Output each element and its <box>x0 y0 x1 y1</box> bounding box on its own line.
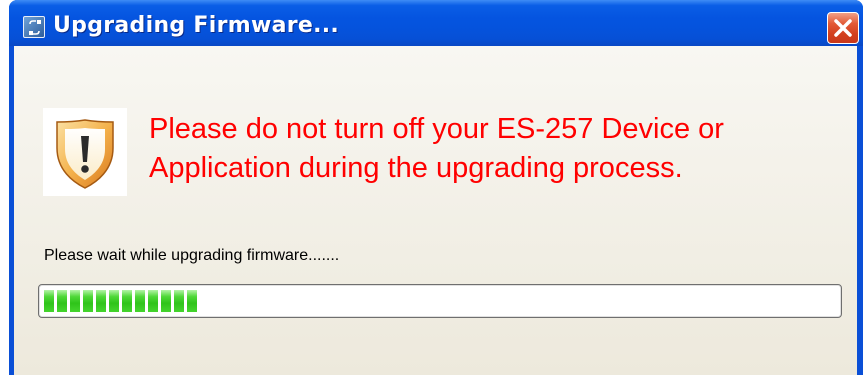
close-button[interactable] <box>827 12 859 44</box>
progress-label: Please wait while upgrading firmware....… <box>44 247 340 264</box>
progress-bar <box>38 284 842 318</box>
close-icon <box>834 19 852 37</box>
warning-message-line2: Application during the upgrading process… <box>149 152 683 184</box>
progress-segment <box>70 290 80 312</box>
upgrade-dialog-window: Upgrading Firmware... Please do not turn… <box>9 0 863 375</box>
progress-segment <box>109 290 119 312</box>
progress-segment <box>187 290 197 312</box>
window-title: Upgrading Firmware... <box>53 13 340 38</box>
progress-segment <box>57 290 67 312</box>
warning-message: Please do not turn off your ES-257 Devic… <box>149 110 724 188</box>
progress-segment <box>83 290 93 312</box>
progress-segment <box>96 290 106 312</box>
app-icon[interactable] <box>23 16 45 38</box>
progress-segment <box>148 290 158 312</box>
progress-segment <box>122 290 132 312</box>
progress-segment <box>174 290 184 312</box>
progress-segment <box>135 290 145 312</box>
progress-segment <box>161 290 171 312</box>
title-bar[interactable]: Upgrading Firmware... <box>9 0 863 46</box>
progress-segment <box>44 290 54 312</box>
warning-message-line1: Please do not turn off your ES-257 Devic… <box>149 113 724 145</box>
dialog-body: Please do not turn off your ES-257 Devic… <box>14 46 857 375</box>
warning-shield-icon <box>43 108 127 196</box>
progress-bar-fill <box>44 290 197 312</box>
